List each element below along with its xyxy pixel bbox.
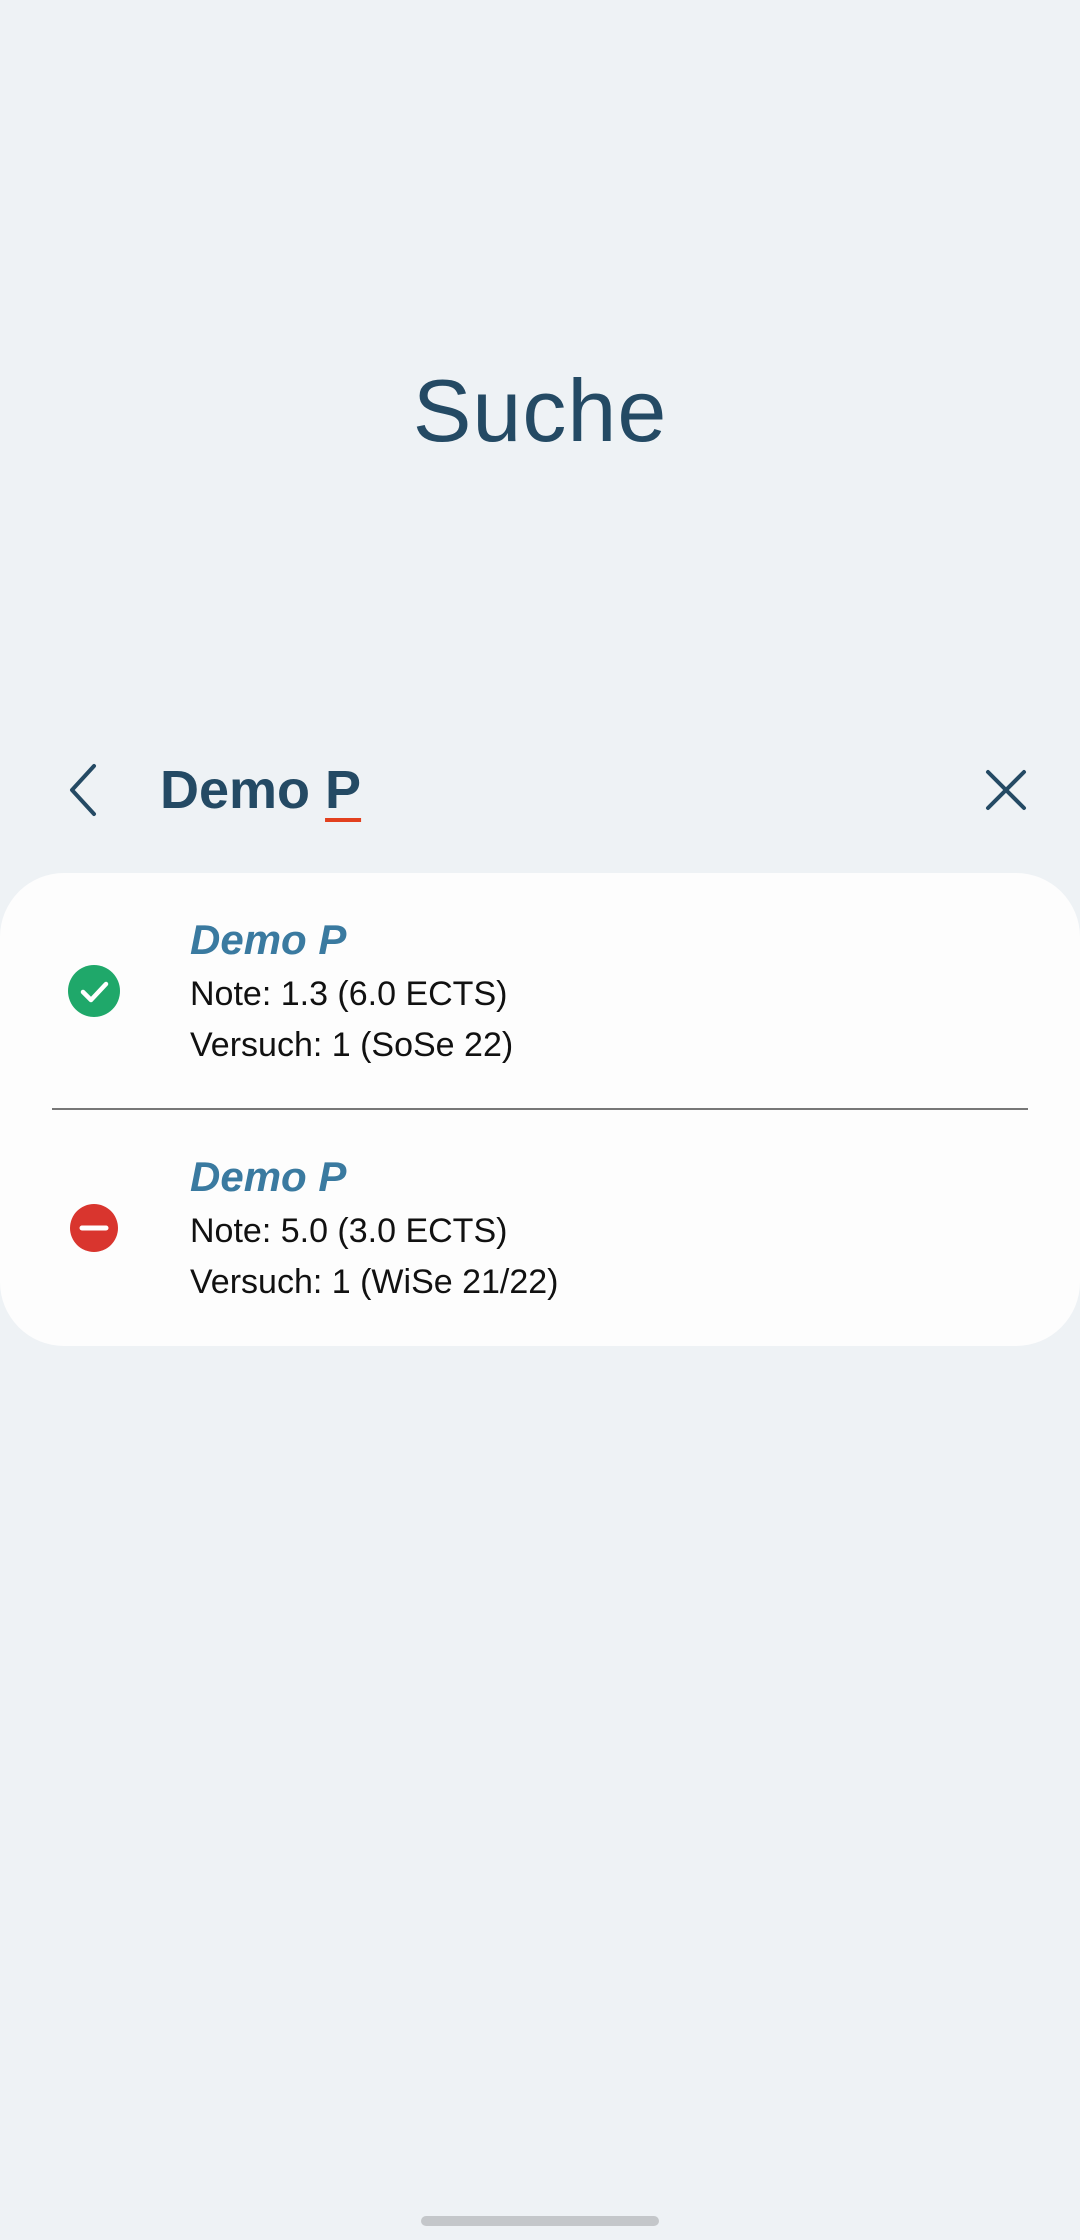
- search-input[interactable]: Demo P: [160, 758, 361, 822]
- search-query-underlined-text: P: [325, 760, 362, 820]
- result-grade: Note: 5.0 (3.0 ECTS): [190, 1212, 508, 1250]
- chevron-left-icon: [70, 764, 96, 816]
- search-query-text: Demo: [160, 760, 326, 820]
- close-icon: [986, 770, 1026, 810]
- result-grade: Note: 1.3 (6.0 ECTS): [190, 975, 508, 1013]
- result-item[interactable]: Demo P Note: 1.3 (6.0 ECTS) Versuch: 1 (…: [0, 873, 1080, 1110]
- result-title: Demo P: [190, 1153, 347, 1200]
- result-attempt: Versuch: 1 (WiSe 21/22): [190, 1263, 559, 1301]
- back-button[interactable]: [52, 758, 116, 822]
- home-indicator[interactable]: [421, 2216, 659, 2226]
- search-bar: Demo P: [0, 740, 1080, 840]
- result-title: Demo P: [190, 916, 347, 963]
- check-circle-icon: [68, 965, 120, 1017]
- result-item[interactable]: Demo P Note: 5.0 (3.0 ECTS) Versuch: 1 (…: [0, 1110, 1080, 1346]
- clear-search-button[interactable]: [974, 758, 1038, 822]
- results-list: Demo P Note: 1.3 (6.0 ECTS) Versuch: 1 (…: [0, 873, 1080, 1346]
- result-attempt: Versuch: 1 (SoSe 22): [190, 1026, 514, 1064]
- page-title: Suche: [412, 361, 668, 460]
- minus-circle-icon: [70, 1204, 118, 1252]
